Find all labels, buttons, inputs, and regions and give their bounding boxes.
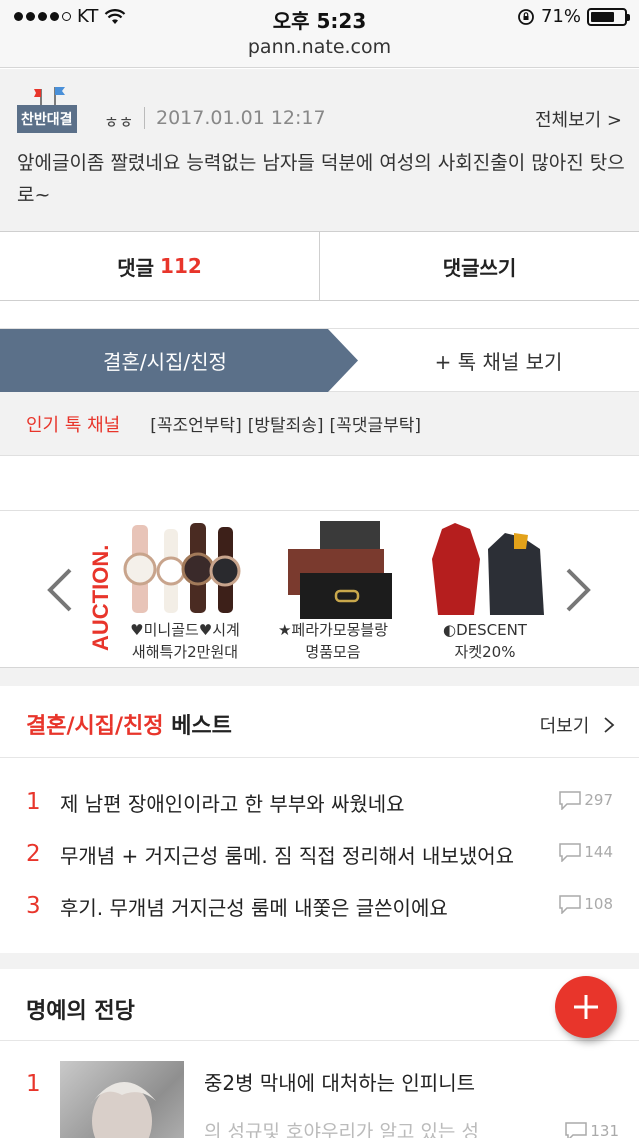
flags-icon (34, 87, 65, 107)
section-gap (0, 953, 639, 969)
chevron-right-icon[interactable] (562, 566, 594, 614)
rank-title: 후기. 무개념 거지근성 룸메 내쫓은 글쓴이에요 (60, 895, 448, 920)
list-item[interactable]: 1 중2병 막내에 대처하는 인피니트 의 성규및 호야우리가 알고 있는 성 … (0, 1061, 639, 1138)
post-author: ㅎㅎ (104, 113, 134, 132)
vote-badge: 찬반대결 (17, 105, 77, 133)
section-gap (0, 668, 639, 686)
tab-marriage-label: 결혼/시집/친정 (103, 350, 227, 374)
hall-item-excerpt: 의 성규및 호야우리가 알고 있는 성 (204, 1121, 479, 1138)
comment-bar: 댓글 112 댓글쓰기 (0, 231, 639, 301)
ad-product[interactable]: ◐DESCENT 자켓20% (410, 519, 560, 663)
popular-item[interactable]: [방탈죄송] (248, 411, 324, 436)
product-caption: ♥미니골드♥시계 새해특가2만원대 (130, 621, 240, 661)
ad-product[interactable]: ♥미니골드♥시계 새해특가2만원대 (110, 519, 260, 663)
popular-channels: 인기 톡 채널 [꼭조언부탁] [방탈죄송] [꼭댓글부탁] (0, 392, 639, 456)
wallets-image (258, 519, 408, 619)
write-post-fab[interactable] (555, 976, 617, 1038)
battery-level (591, 11, 614, 22)
rank-number: 1 (26, 1071, 41, 1097)
comment-icon (559, 843, 582, 862)
ad-product[interactable]: ★페라가모몽블랑 명품모음 (258, 519, 408, 663)
rank-number: 1 (26, 789, 41, 815)
comments-label: 댓글 (117, 255, 155, 280)
popular-item[interactable]: [꼭조언부탁] (150, 411, 241, 436)
post-date: 2017.01.01 12:17 (156, 107, 326, 129)
svg-text:AUCTION.: AUCTION. (90, 545, 112, 651)
channel-tabs: 결혼/시집/친정 + 톡 채널 보기 (0, 328, 639, 392)
jackets-image (410, 519, 560, 619)
rank-number: 2 (26, 841, 41, 867)
post-summary[interactable]: 찬반대결 ㅎㅎ 2017.01.01 12:17 전체보기 > 앞에글이좀 짤렸… (0, 69, 639, 231)
chevron-right-icon (604, 717, 615, 733)
best-header: 결혼/시집/친정 베스트 더보기 (0, 686, 639, 758)
battery-icon (587, 7, 630, 26)
orientation-lock-icon (518, 8, 534, 25)
comment-icon (559, 895, 582, 914)
rank-number: 3 (26, 893, 41, 919)
product-caption: ★페라가모몽블랑 명품모음 (277, 621, 389, 661)
view-all-link[interactable]: 전체보기 > (535, 106, 622, 132)
talk-channels-button[interactable]: + 톡 채널 보기 (358, 329, 639, 392)
hall-of-fame-section: 명예의 전당 더 1 중2병 막내에 대처하는 인피니트 의 성규및 호야우리가… (0, 969, 639, 1138)
divider (144, 107, 145, 129)
thumbnail-image (60, 1061, 184, 1138)
comment-count: 297 (559, 790, 613, 810)
rank-title: 제 남편 장애인이라고 한 부부와 싸웠네요 (60, 791, 405, 816)
best-section: 결혼/시집/친정 베스트 더보기 1 제 남편 장애인이라고 한 부부와 싸웠네… (0, 686, 639, 953)
write-comment-label: 댓글쓰기 (442, 255, 517, 280)
post-text: 앞에글이좀 짤렸네요 능력없는 남자들 덕분에 여성의 사회진출이 많아진 탓으… (17, 152, 625, 206)
comments-button[interactable]: 댓글 112 (0, 232, 319, 300)
comment-count: 144 (559, 842, 613, 862)
list-item[interactable]: 3 후기. 무개념 거지근성 룸메 내쫓은 글쓴이에요 108 (0, 880, 639, 932)
comments-count: 112 (160, 254, 202, 278)
comment-icon (565, 1122, 588, 1138)
plus-icon (574, 995, 598, 1019)
popular-item[interactable]: [꼭댓글부탁] (330, 411, 421, 436)
tab-marriage[interactable]: 결혼/시집/친정 (0, 329, 358, 392)
battery-percent: 71% (540, 6, 581, 27)
comment-icon (559, 791, 582, 810)
ad-banner[interactable]: AUCTION. ♥미니골드♥시계 새해특가2만원대 ★페라가모몽블랑 명품모음… (0, 510, 639, 668)
url-bar[interactable]: pann.nate.com (0, 36, 639, 58)
rank-title: 무개념 + 거지근성 룸메. 짐 직접 정리해서 내보냈어요 (60, 843, 515, 868)
hall-item-title: 중2병 막내에 대처하는 인피니트 (204, 1071, 475, 1095)
write-comment-button[interactable]: 댓글쓰기 (319, 232, 639, 300)
best-title: 결혼/시집/친정 베스트 (26, 714, 232, 739)
comment-count: 131 (565, 1121, 619, 1138)
product-caption: ◐DESCENT 자켓20% (443, 621, 527, 661)
chevron-left-icon[interactable] (44, 566, 76, 614)
more-link[interactable]: 더보기 (540, 712, 615, 738)
battery-status: 71% (517, 6, 630, 27)
best-list: 1 제 남편 장애인이라고 한 부부와 싸웠네요 297 2 무개념 + 거지근… (0, 776, 639, 932)
list-item[interactable]: 1 제 남편 장애인이라고 한 부부와 싸웠네요 297 (0, 776, 639, 828)
status-bar: KT 오후 5:23 71% pann.nate.com (0, 0, 639, 68)
watches-image (110, 519, 260, 619)
hall-title: 명예의 전당 (26, 999, 135, 1024)
list-item[interactable]: 2 무개념 + 거지근성 룸메. 짐 직접 정리해서 내보냈어요 144 (0, 828, 639, 880)
hall-header: 명예의 전당 더 (0, 969, 639, 1041)
auction-logo: AUCTION. (90, 545, 112, 651)
popular-label: 인기 톡 채널 (26, 414, 121, 436)
comment-count: 108 (559, 894, 613, 914)
